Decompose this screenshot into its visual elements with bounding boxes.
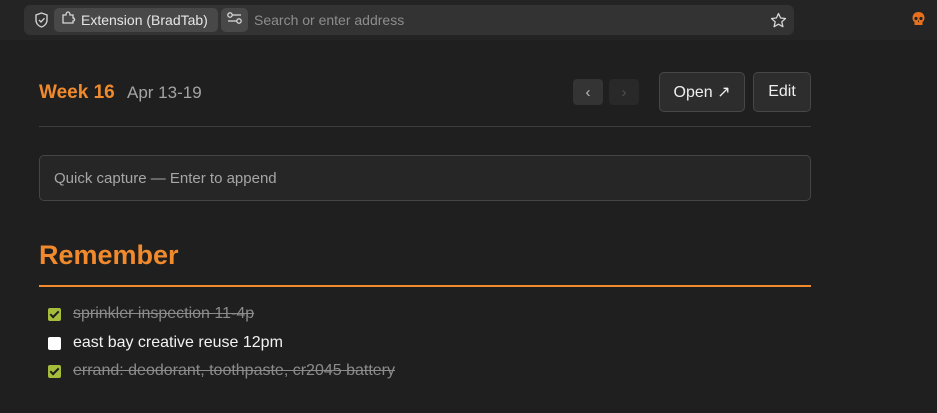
extension-identity-button[interactable]: Extension (BradTab) [54, 8, 218, 32]
address-input[interactable] [254, 8, 754, 32]
star-icon[interactable] [767, 9, 789, 31]
next-week-button[interactable]: › [609, 79, 639, 105]
task-checkbox[interactable] [48, 307, 61, 321]
previous-week-button[interactable]: ‹ [573, 79, 603, 105]
quick-capture-input[interactable] [39, 155, 811, 201]
skull-icon[interactable] [908, 9, 928, 29]
section-divider [39, 285, 811, 287]
week-header: Week 16 Apr 13-19 ‹ › Open ↗ Edit [39, 40, 811, 127]
permissions-icon [226, 11, 243, 30]
task-checkbox[interactable] [48, 336, 61, 350]
task-text: sprinkler inspection 11-4p [73, 305, 255, 322]
open-button[interactable]: Open ↗ [659, 72, 745, 112]
week-title: Week 16 [39, 82, 115, 103]
browser-toolbar: Extension (BradTab) [0, 0, 937, 40]
week-date-range: Apr 13-19 [127, 83, 202, 102]
task-item: errand: deodorant, toothpaste, cr2045 ba… [39, 359, 811, 383]
task-item: sprinkler inspection 11-4p [39, 302, 811, 326]
puzzle-icon [61, 10, 76, 30]
permissions-button[interactable] [221, 8, 248, 32]
task-checkbox[interactable] [48, 364, 61, 378]
task-text: east bay creative reuse 12pm [73, 334, 283, 351]
url-bar[interactable]: Extension (BradTab) [24, 5, 794, 35]
edit-button[interactable]: Edit [753, 72, 811, 112]
extension-label: Extension (BradTab) [81, 12, 208, 28]
section-title-remember: Remember [39, 240, 179, 270]
shield-icon[interactable] [30, 9, 52, 31]
task-text: errand: deodorant, toothpaste, cr2045 ba… [73, 362, 395, 379]
task-item: east bay creative reuse 12pm [39, 331, 811, 355]
